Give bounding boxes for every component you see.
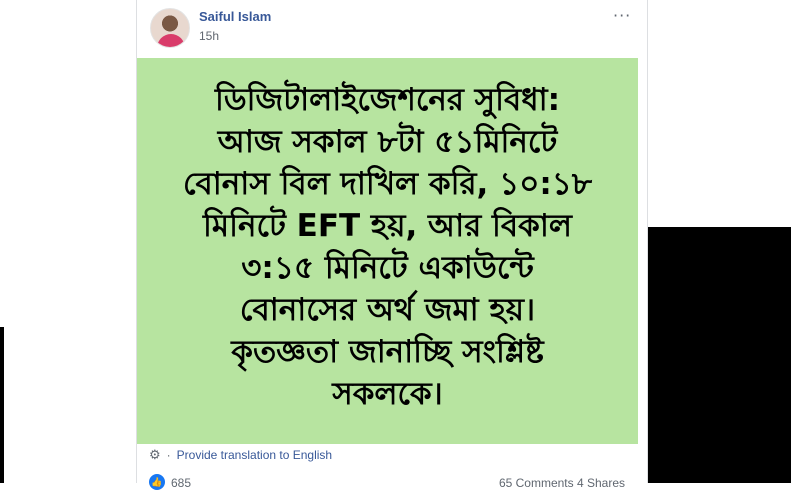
post-line: ডিজিটালাইজেশনের সুবিধা:	[214, 82, 561, 118]
post-card: Saiful Islam 15h ··· ডিজিটালাইজেশনের সুব…	[136, 0, 648, 490]
left-edge-strip	[0, 327, 4, 483]
translation-link[interactable]: Provide translation to English	[177, 448, 332, 462]
avatar-shirt	[157, 34, 185, 47]
post-line: বোনাসের অর্থ জমা হয়।	[239, 292, 536, 328]
post-line: ৩:১৫ মিনিটে একাউন্টে	[241, 250, 534, 286]
author-name[interactable]: Saiful Islam	[199, 9, 271, 24]
post-timestamp[interactable]: 15h	[199, 29, 219, 43]
reactions-row: 👍 685 65 Comments 4 Shares	[149, 474, 637, 490]
translation-row[interactable]: ⚙ · Provide translation to English	[149, 447, 332, 463]
like-count[interactable]: 685	[171, 476, 191, 490]
separator-dot: ·	[166, 448, 171, 462]
avatar[interactable]	[150, 8, 190, 48]
post-line: কৃতজ্ঞতা জানাচ্ছি সংশ্লিষ্ট	[231, 334, 544, 370]
gear-icon[interactable]: ⚙	[149, 447, 161, 463]
post-line: আজ সকাল ৮টা ৫১মিনিটে	[217, 124, 558, 160]
post-background: ডিজিটালাইজেশনের সুবিধা: আজ সকাল ৮টা ৫১মি…	[137, 58, 638, 444]
post-line: সকলকে।	[332, 376, 443, 412]
post-line: বোনাস বিল দাখিল করি, ১০:১৮	[182, 166, 593, 202]
right-dark-area	[648, 227, 791, 483]
post-text: ডিজিটালাইজেশনের সুবিধা: আজ সকাল ৮টা ৫১মি…	[168, 79, 608, 415]
like-reaction-icon[interactable]: 👍	[149, 474, 165, 490]
comments-shares-count[interactable]: 65 Comments 4 Shares	[499, 476, 625, 490]
post-line: মিনিটে EFT হয়, আর বিকাল	[203, 208, 572, 244]
more-options-icon[interactable]: ···	[613, 6, 631, 25]
